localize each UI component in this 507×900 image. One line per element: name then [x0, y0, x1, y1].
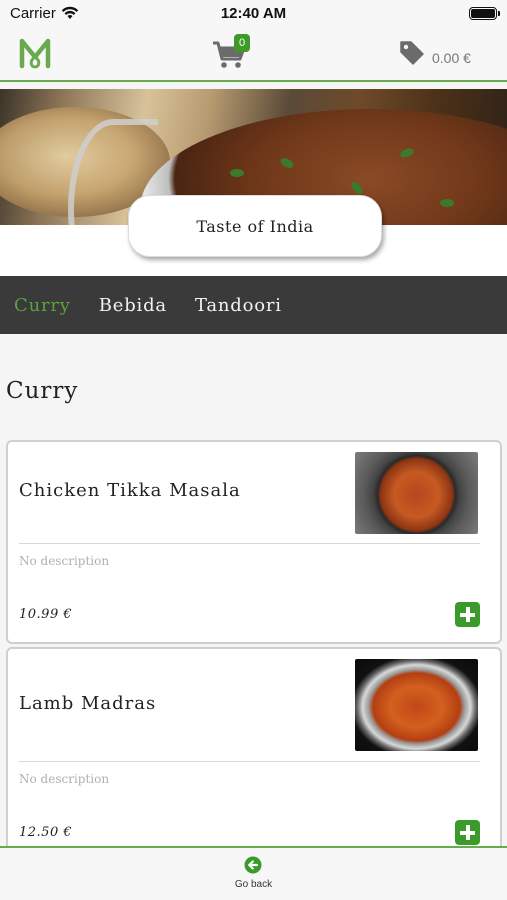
cart-button[interactable]: 0 — [212, 34, 252, 72]
restaurant-name: Taste of India — [128, 195, 382, 257]
price-tag-icon — [400, 41, 424, 65]
item-description: No description — [19, 772, 110, 786]
item-photo — [355, 452, 478, 534]
category-tabs: Curry Bebida Tandoori — [0, 276, 507, 334]
cart-count-badge: 0 — [234, 34, 250, 52]
divider — [19, 543, 480, 544]
item-price: 12.50 € — [19, 825, 73, 840]
item-price: 10.99 € — [19, 607, 73, 622]
item-name: Lamb Madras — [19, 693, 157, 714]
clock-time: 12:40 AM — [220, 5, 287, 22]
back-arrow-icon[interactable] — [244, 856, 262, 874]
tab-tandoori[interactable]: Tandoori — [195, 295, 282, 316]
item-description: No description — [19, 554, 110, 568]
tab-bebida[interactable]: Bebida — [99, 295, 167, 316]
item-name: Chicken Tikka Masala — [19, 480, 241, 501]
add-to-cart-button[interactable] — [455, 602, 480, 627]
add-to-cart-button[interactable] — [455, 820, 480, 845]
bottom-nav-bar: Go back — [0, 846, 507, 900]
section-title: Curry — [6, 378, 79, 404]
app-header: 0 0.00 € — [0, 28, 507, 82]
cart-total: 0.00 € — [432, 50, 471, 66]
logo-icon[interactable] — [19, 37, 51, 69]
go-back-button[interactable]: Go back — [0, 879, 507, 890]
divider — [19, 761, 480, 762]
menu-item-card[interactable]: Lamb Madras No description 12.50 € — [6, 647, 502, 857]
menu-item-card[interactable]: Chicken Tikka Masala No description 10.9… — [6, 440, 502, 644]
item-photo — [355, 659, 478, 751]
status-bar: Carrier 12:40 AM — [0, 0, 507, 28]
tab-curry[interactable]: Curry — [14, 295, 71, 316]
battery-icon — [469, 7, 500, 20]
